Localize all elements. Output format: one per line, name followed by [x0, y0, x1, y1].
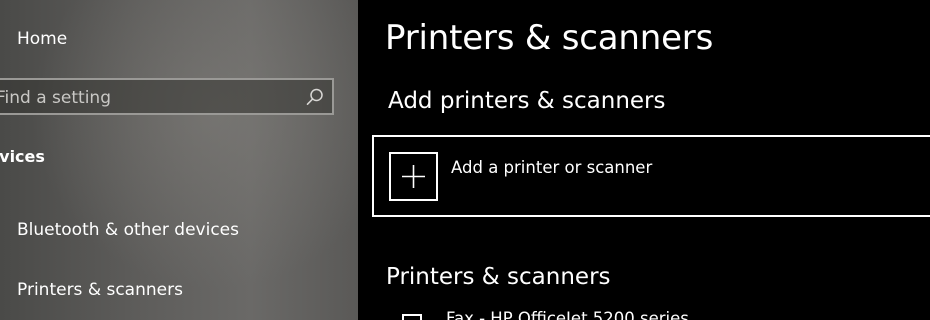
add-section-heading: Add printers & scanners: [388, 88, 666, 114]
printer-icon: [402, 312, 422, 320]
list-item-printer[interactable]: Fax - HP OfficeJet 5200 series: [388, 308, 908, 320]
sidebar: Home Find a setting Devices Bluetooth & …: [0, 0, 358, 320]
settings-window: Home Find a setting Devices Bluetooth & …: [0, 0, 930, 320]
printers-section-heading: Printers & scanners: [386, 264, 611, 290]
page-title: Printers & scanners: [385, 18, 714, 58]
add-printer-label: Add a printer or scanner: [451, 158, 653, 177]
plus-icon: [389, 152, 438, 201]
search-input[interactable]: Find a setting: [0, 78, 334, 115]
sidebar-item-printers-scanners[interactable]: Printers & scanners: [17, 279, 183, 301]
sidebar-item-bluetooth[interactable]: Bluetooth & other devices: [17, 219, 239, 241]
section-label-devices: Devices: [0, 147, 45, 166]
add-printer-button[interactable]: Add a printer or scanner: [372, 135, 930, 217]
search-icon[interactable]: [306, 88, 324, 106]
search-placeholder: Find a setting: [0, 88, 111, 108]
home-link[interactable]: Home: [17, 28, 67, 50]
printer-name: Fax - HP OfficeJet 5200 series: [446, 309, 689, 320]
main-content: Printers & scanners Add printers & scann…: [358, 0, 930, 320]
